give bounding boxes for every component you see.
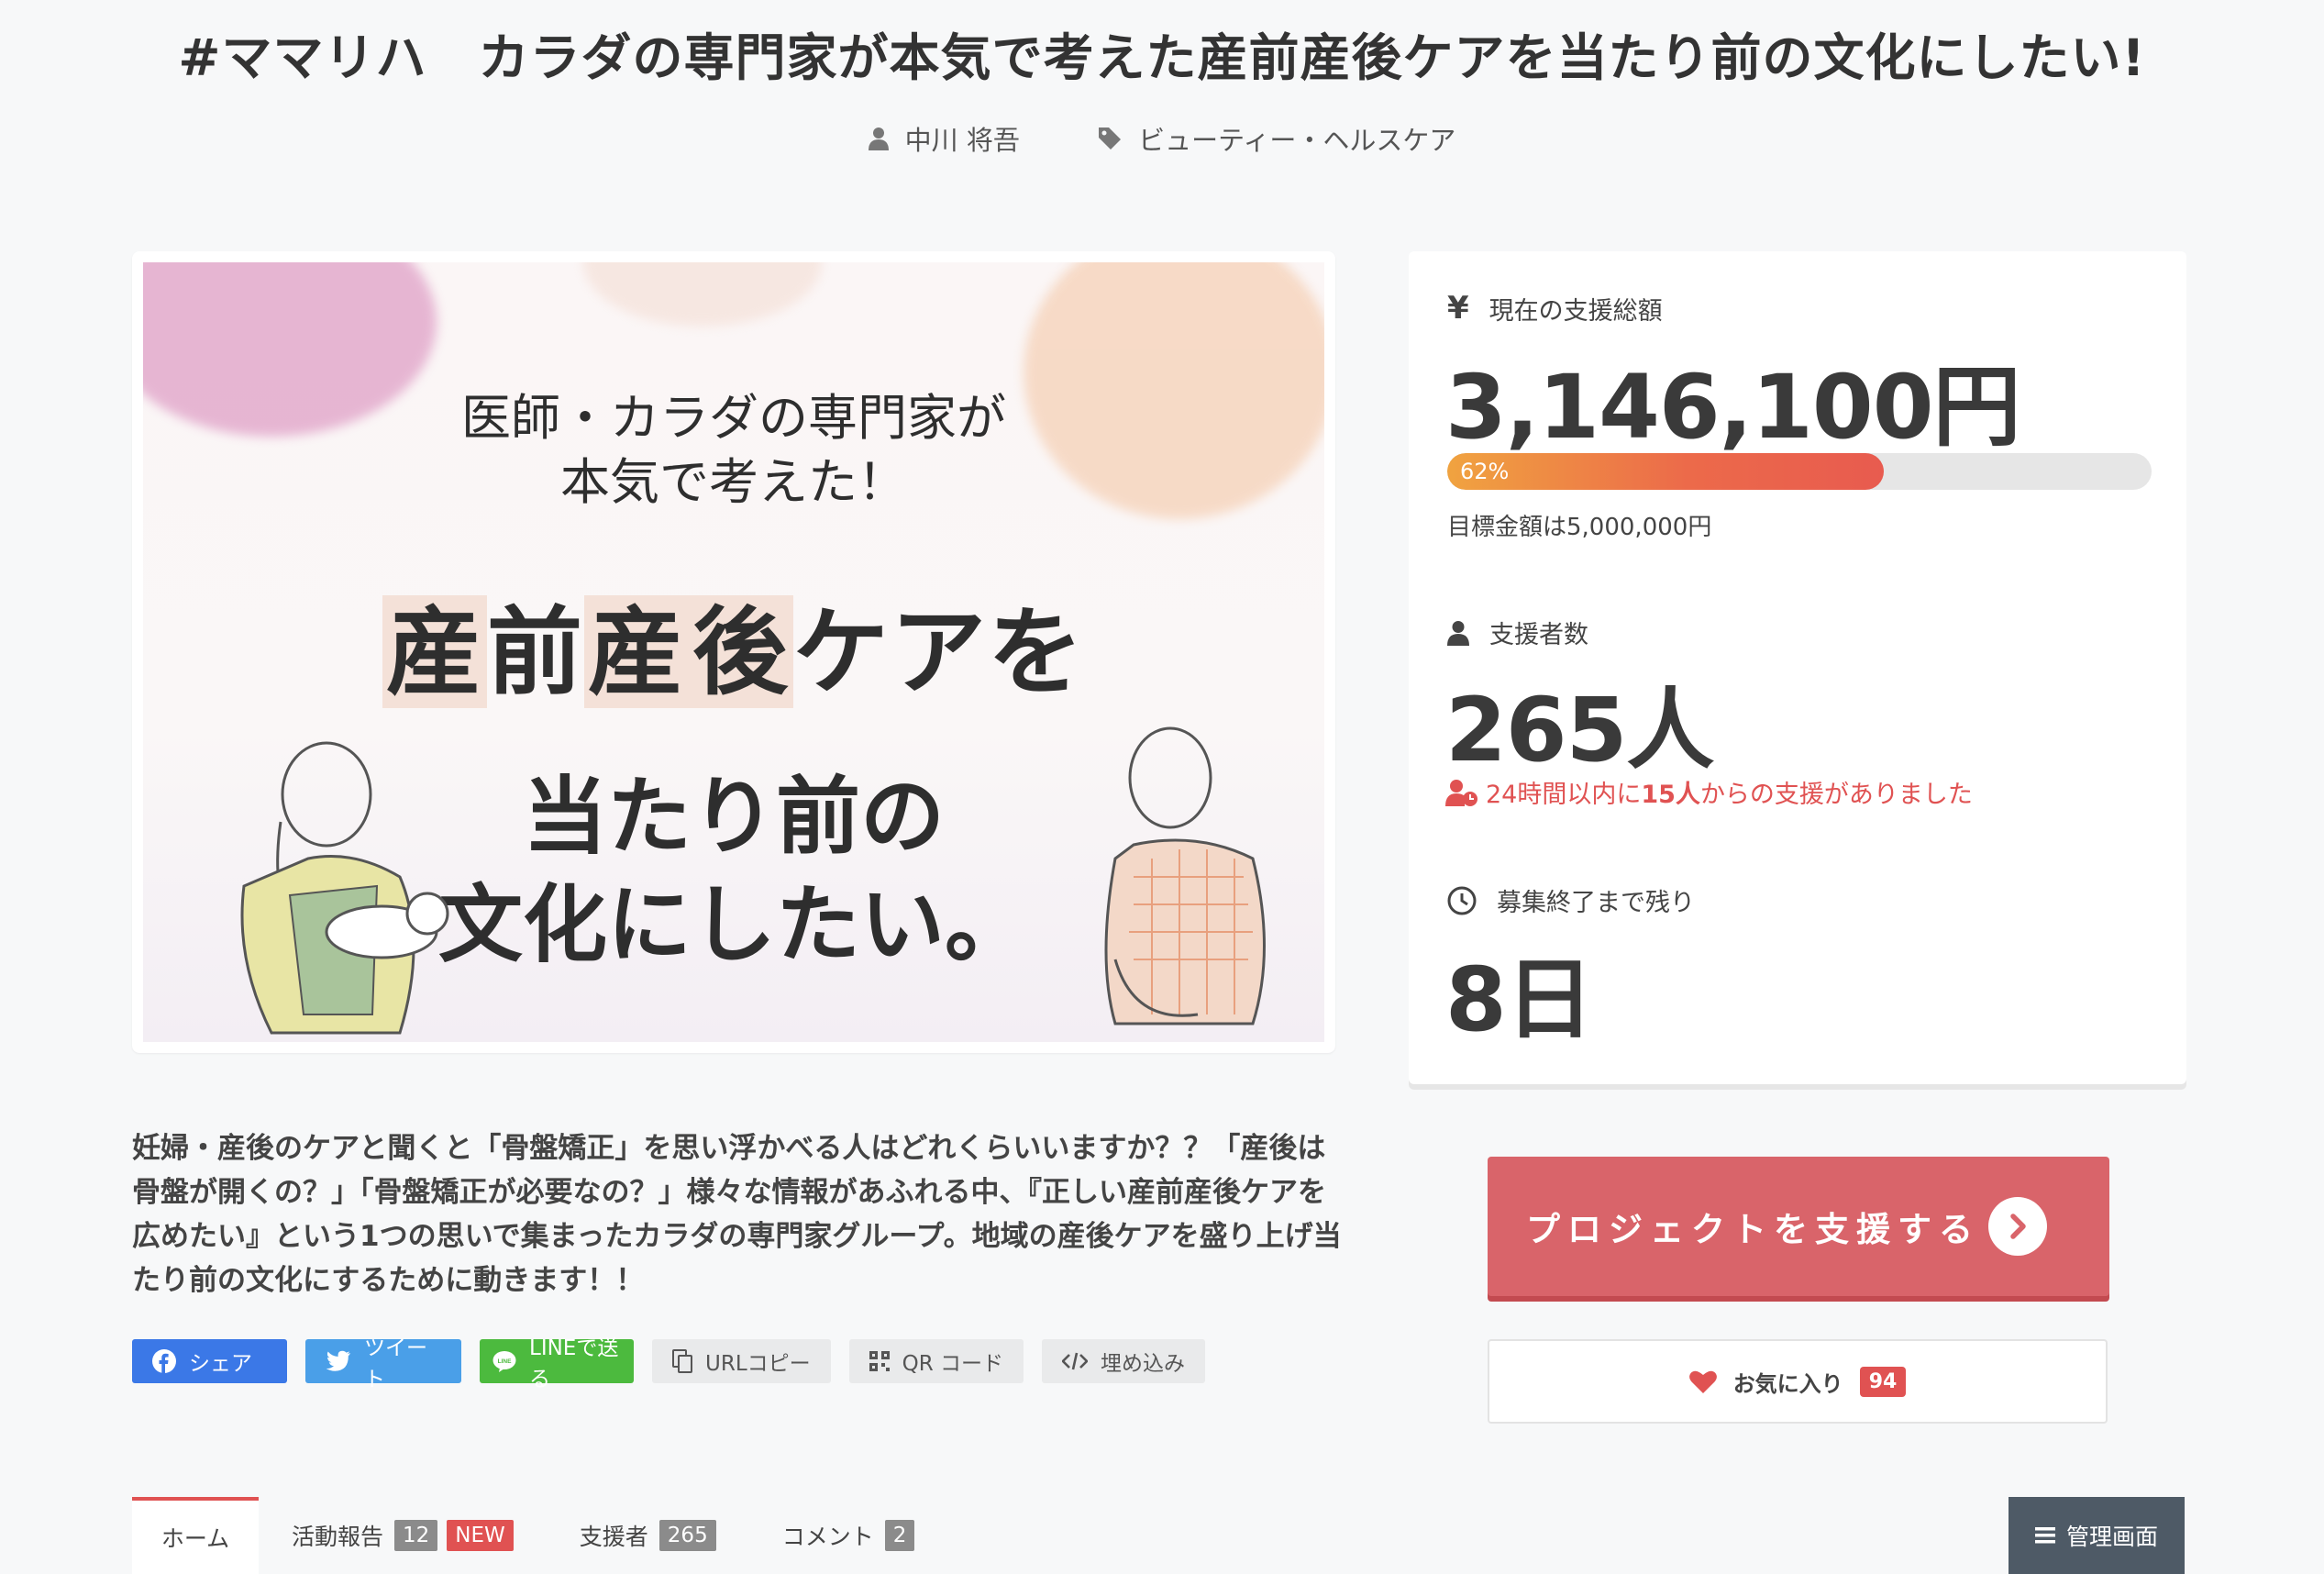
- heart-icon: [1688, 1370, 1717, 1393]
- project-hero-image: 医師・カラダの専門家が 本気で考えた！ 産前産後ケアを 当たり前の 文化にしたい…: [132, 251, 1335, 1053]
- owner-name: 中川 将吾: [904, 125, 1020, 156]
- tab-reports[interactable]: 活動報告 12 NEW: [259, 1497, 547, 1574]
- supporters-count-badge: 265: [658, 1520, 716, 1551]
- new-badge: NEW: [447, 1520, 514, 1551]
- remaining-value: 8日: [1445, 948, 1594, 1051]
- project-meta: 中川 将吾 ビューティー・ヘルスケア: [0, 119, 2324, 158]
- comments-count-badge: 2: [884, 1520, 915, 1551]
- yen-icon: ¥: [1447, 290, 1469, 327]
- admin-panel-button[interactable]: 管理画面: [2009, 1497, 2185, 1574]
- amount-label: 現在の支援総額: [1488, 296, 1663, 326]
- qr-code-label: QR コード: [902, 1352, 1004, 1376]
- qr-code-button[interactable]: QR コード: [848, 1339, 1024, 1383]
- hero-char-1: 産: [382, 595, 487, 708]
- favorite-label: お気に入り: [1732, 1370, 1843, 1397]
- twitter-icon: [326, 1350, 350, 1371]
- url-copy-label: URLコピー: [705, 1352, 811, 1376]
- line-share-button[interactable]: LINE LINEで送る: [480, 1336, 634, 1391]
- category-name: ビューティー・ヘルスケア: [1138, 125, 1456, 156]
- twitter-share-label: ツイート: [364, 1336, 427, 1391]
- line-icon: LINE: [492, 1351, 516, 1372]
- facebook-icon: [152, 1349, 176, 1373]
- owner-link[interactable]: 中川 将吾: [868, 119, 1020, 158]
- recent-prefix: 24時間以内に: [1486, 781, 1642, 809]
- hero-char-5: ケアを: [793, 595, 1086, 708]
- facebook-share-button[interactable]: シェア: [132, 1339, 287, 1383]
- goal-amount: 目標金額は5,000,000円: [1447, 514, 1712, 541]
- reports-count-badge: 12: [394, 1520, 438, 1551]
- watercolor-blob-beige: [583, 262, 822, 327]
- tab-comments[interactable]: コメント 2: [749, 1497, 948, 1574]
- support-project-button[interactable]: プロジェクトを支援する: [1488, 1157, 2109, 1296]
- hero-char-4: 後: [689, 595, 794, 708]
- svg-text:LINE: LINE: [498, 1358, 512, 1365]
- admin-label: 管理画面: [2065, 1524, 2158, 1550]
- tab-supporters[interactable]: 支援者 265: [547, 1497, 749, 1574]
- copy-icon: [672, 1349, 692, 1373]
- hero-subtitle: 医師・カラダの専門家が 本気で考えた！: [143, 386, 1324, 515]
- mother-with-baby-illustration: [240, 741, 449, 1035]
- code-icon: [1062, 1352, 1089, 1370]
- progress-percent: 62%: [1460, 459, 1510, 484]
- user-icon: [1447, 620, 1469, 646]
- url-copy-button[interactable]: URLコピー: [652, 1339, 831, 1383]
- tab-supporters-label: 支援者: [579, 1524, 648, 1550]
- user-icon: [868, 127, 889, 150]
- tab-home-label: ホーム: [160, 1525, 230, 1552]
- progress-fill: [1447, 453, 1885, 490]
- twitter-share-button[interactable]: ツイート: [305, 1336, 461, 1391]
- remaining-label-row: 募集終了まで残り: [1447, 882, 1695, 918]
- project-description: 妊婦・産後のケアと聞くと「骨盤矯正」を思い浮かべる人はどれくらいいますか？？「産…: [132, 1132, 1342, 1297]
- tag-icon: [1099, 127, 1122, 150]
- user-clock-icon: [1445, 779, 1477, 806]
- amount-value: 3,146,100円: [1445, 356, 2021, 459]
- page-title: #ママリハ カラダの専門家が本気で考えた産前産後ケアを当たり前の文化にしたい!: [178, 28, 2146, 87]
- recent-suffix: からの支援がありました: [1699, 781, 1973, 809]
- category-link[interactable]: ビューティー・ヘルスケア: [1098, 119, 1455, 158]
- supporters-value: 265人: [1445, 679, 1714, 781]
- embed-button[interactable]: 埋め込み: [1042, 1339, 1206, 1383]
- clock-icon: [1447, 886, 1477, 914]
- facebook-share-label: シェア: [189, 1352, 252, 1376]
- supporters-label-row: 支援者数: [1447, 615, 1588, 650]
- hero-char-2: 前: [486, 595, 584, 708]
- pregnant-woman-illustration: [1104, 726, 1266, 1025]
- supporters-label: 支援者数: [1489, 621, 1588, 649]
- tab-home[interactable]: ホーム: [132, 1497, 259, 1574]
- recent-support-notice: 24時間以内に 15人 からの支援がありました: [1445, 774, 1973, 810]
- tab-comments-label: コメント: [781, 1524, 874, 1550]
- hero-char-3: 産: [583, 595, 689, 708]
- amount-label-row: ¥ 現在の支援総額: [1447, 290, 1663, 327]
- share-bar: シェア ツイート LINE LINEで送る URLコピー QR コード 埋め込み: [132, 1336, 1206, 1391]
- hero-sub-line2: 本気で考えた！: [560, 453, 907, 511]
- remaining-label: 募集終了まで残り: [1497, 889, 1695, 917]
- project-tabs: ホーム 活動報告 12 NEW 支援者 265 コメント 2: [132, 1497, 947, 1574]
- qr-code-icon: [869, 1351, 890, 1371]
- menu-icon: [2034, 1527, 2055, 1544]
- hero-sub-line1: 医師・カラダの専門家が: [461, 389, 1006, 447]
- tab-reports-label: 活動報告: [292, 1524, 384, 1550]
- hero-main-title: 産前産後ケアを: [143, 574, 1324, 713]
- embed-label: 埋め込み: [1101, 1352, 1186, 1376]
- support-button-label: プロジェクトを支援する: [1526, 1210, 1980, 1249]
- funding-stats-card: ¥ 現在の支援総額 3,146,100円 62% 目標金額は5,000,000円…: [1409, 251, 2186, 1084]
- recent-count: 15人: [1641, 781, 1700, 809]
- favorite-count-badge: 94: [1859, 1366, 1907, 1397]
- funding-progress-bar: 62%: [1447, 453, 2152, 490]
- line-share-label: LINEで送る: [529, 1336, 619, 1391]
- favorite-button[interactable]: お気に入り 94: [1488, 1339, 2108, 1424]
- chevron-right-icon: [1988, 1197, 2047, 1256]
